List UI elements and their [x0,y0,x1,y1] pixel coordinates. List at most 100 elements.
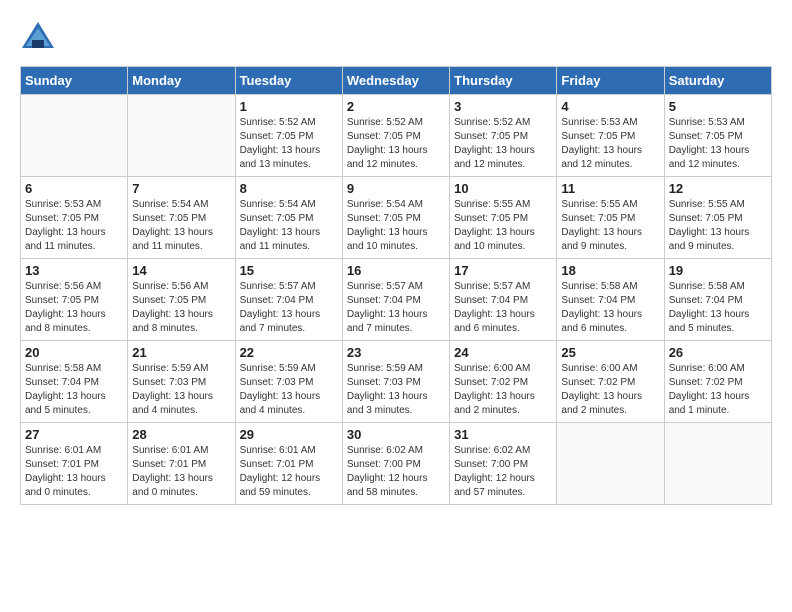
page-header [20,20,772,56]
day-number: 11 [561,181,659,196]
calendar-cell: 9 Sunrise: 5:54 AM Sunset: 7:05 PM Daylig… [342,177,449,259]
day-info: Sunrise: 5:52 AM Sunset: 7:05 PM Dayligh… [454,116,552,172]
day-number: 20 [25,345,123,360]
day-info: Sunrise: 5:53 AM Sunset: 7:05 PM Dayligh… [561,116,659,172]
day-info: Sunrise: 5:59 AM Sunset: 7:03 PM Dayligh… [347,362,445,418]
day-info: Sunrise: 5:53 AM Sunset: 7:05 PM Dayligh… [25,198,123,254]
calendar-cell: 29 Sunrise: 6:01 AM Sunset: 7:01 PM Dayli… [235,423,342,505]
day-info: Sunrise: 5:56 AM Sunset: 7:05 PM Dayligh… [25,280,123,336]
calendar-cell [557,423,664,505]
calendar-cell: 27 Sunrise: 6:01 AM Sunset: 7:01 PM Dayli… [21,423,128,505]
calendar-cell: 16Sunrise: 5:57 AM Sunset: 7:04 PM Dayli… [342,259,449,341]
day-number: 13 [25,263,123,278]
calendar-cell: 18 Sunrise: 5:58 AM Sunset: 7:04 PM Dayli… [557,259,664,341]
calendar-cell: 24 Sunrise: 6:00 AM Sunset: 7:02 PM Dayli… [450,341,557,423]
day-number: 10 [454,181,552,196]
calendar-cell: 5 Sunrise: 5:53 AM Sunset: 7:05 PM Daylig… [664,95,771,177]
day-info: Sunrise: 5:54 AM Sunset: 7:05 PM Dayligh… [347,198,445,254]
day-number: 18 [561,263,659,278]
calendar-week-row: 13 Sunrise: 5:56 AM Sunset: 7:05 PM Dayli… [21,259,772,341]
calendar-cell: 17 Sunrise: 5:57 AM Sunset: 7:04 PM Dayli… [450,259,557,341]
calendar-cell: 31 Sunrise: 6:02 AM Sunset: 7:00 PM Dayli… [450,423,557,505]
calendar-cell: 8 Sunrise: 5:54 AM Sunset: 7:05 PM Daylig… [235,177,342,259]
day-number: 28 [132,427,230,442]
day-info: Sunrise: 5:58 AM Sunset: 7:04 PM Dayligh… [25,362,123,418]
day-number: 1 [240,99,338,114]
day-number: 8 [240,181,338,196]
calendar-table: SundayMondayTuesdayWednesdayThursdayFrid… [20,66,772,505]
calendar-week-row: 1 Sunrise: 5:52 AM Sunset: 7:05 PM Daylig… [21,95,772,177]
weekday-header-sunday: Sunday [21,67,128,95]
day-info: Sunrise: 5:55 AM Sunset: 7:05 PM Dayligh… [669,198,767,254]
weekday-header-friday: Friday [557,67,664,95]
calendar-cell: 21 Sunrise: 5:59 AM Sunset: 7:03 PM Dayli… [128,341,235,423]
day-number: 22 [240,345,338,360]
day-info: Sunrise: 5:59 AM Sunset: 7:03 PM Dayligh… [132,362,230,418]
calendar-cell: 2 Sunrise: 5:52 AM Sunset: 7:05 PM Daylig… [342,95,449,177]
calendar-header-row: SundayMondayTuesdayWednesdayThursdayFrid… [21,67,772,95]
calendar-cell: 28 Sunrise: 6:01 AM Sunset: 7:01 PM Dayli… [128,423,235,505]
day-info: Sunrise: 6:00 AM Sunset: 7:02 PM Dayligh… [454,362,552,418]
day-number: 2 [347,99,445,114]
day-number: 14 [132,263,230,278]
calendar-cell: 30Sunrise: 6:02 AM Sunset: 7:00 PM Dayli… [342,423,449,505]
day-number: 31 [454,427,552,442]
weekday-header-wednesday: Wednesday [342,67,449,95]
day-info: Sunrise: 5:54 AM Sunset: 7:05 PM Dayligh… [132,198,230,254]
day-info: Sunrise: 5:57 AM Sunset: 7:04 PM Dayligh… [454,280,552,336]
weekday-header-thursday: Thursday [450,67,557,95]
day-info: Sunrise: 6:02 AM Sunset: 7:00 PM Dayligh… [454,444,552,500]
day-number: 4 [561,99,659,114]
weekday-header-saturday: Saturday [664,67,771,95]
day-number: 25 [561,345,659,360]
day-info: Sunrise: 5:52 AM Sunset: 7:05 PM Dayligh… [240,116,338,172]
logo-icon [20,20,56,56]
day-number: 5 [669,99,767,114]
day-info: Sunrise: 5:53 AM Sunset: 7:05 PM Dayligh… [669,116,767,172]
day-info: Sunrise: 6:01 AM Sunset: 7:01 PM Dayligh… [240,444,338,500]
day-number: 21 [132,345,230,360]
calendar-week-row: 27 Sunrise: 6:01 AM Sunset: 7:01 PM Dayli… [21,423,772,505]
day-number: 3 [454,99,552,114]
calendar-cell: 23Sunrise: 5:59 AM Sunset: 7:03 PM Dayli… [342,341,449,423]
day-info: Sunrise: 5:57 AM Sunset: 7:04 PM Dayligh… [240,280,338,336]
calendar-cell [664,423,771,505]
day-number: 9 [347,181,445,196]
day-info: Sunrise: 6:01 AM Sunset: 7:01 PM Dayligh… [25,444,123,500]
calendar-cell: 3 Sunrise: 5:52 AM Sunset: 7:05 PM Daylig… [450,95,557,177]
day-info: Sunrise: 6:01 AM Sunset: 7:01 PM Dayligh… [132,444,230,500]
calendar-cell: 12 Sunrise: 5:55 AM Sunset: 7:05 PM Dayli… [664,177,771,259]
calendar-cell: 6Sunrise: 5:53 AM Sunset: 7:05 PM Daylig… [21,177,128,259]
weekday-header-tuesday: Tuesday [235,67,342,95]
weekday-header-monday: Monday [128,67,235,95]
day-info: Sunrise: 5:58 AM Sunset: 7:04 PM Dayligh… [669,280,767,336]
day-number: 7 [132,181,230,196]
calendar-cell: 25Sunrise: 6:00 AM Sunset: 7:02 PM Dayli… [557,341,664,423]
calendar-cell: 15 Sunrise: 5:57 AM Sunset: 7:04 PM Dayli… [235,259,342,341]
day-info: Sunrise: 5:59 AM Sunset: 7:03 PM Dayligh… [240,362,338,418]
calendar-cell: 13 Sunrise: 5:56 AM Sunset: 7:05 PM Dayli… [21,259,128,341]
calendar-cell [128,95,235,177]
calendar-cell: 19 Sunrise: 5:58 AM Sunset: 7:04 PM Dayli… [664,259,771,341]
day-number: 12 [669,181,767,196]
calendar-cell: 20 Sunrise: 5:58 AM Sunset: 7:04 PM Dayli… [21,341,128,423]
day-number: 17 [454,263,552,278]
day-info: Sunrise: 5:54 AM Sunset: 7:05 PM Dayligh… [240,198,338,254]
day-info: Sunrise: 5:56 AM Sunset: 7:05 PM Dayligh… [132,280,230,336]
day-number: 15 [240,263,338,278]
day-info: Sunrise: 6:00 AM Sunset: 7:02 PM Dayligh… [669,362,767,418]
day-number: 29 [240,427,338,442]
day-number: 30 [347,427,445,442]
calendar-cell: 10 Sunrise: 5:55 AM Sunset: 7:05 PM Dayli… [450,177,557,259]
day-number: 27 [25,427,123,442]
day-number: 26 [669,345,767,360]
day-info: Sunrise: 5:55 AM Sunset: 7:05 PM Dayligh… [454,198,552,254]
calendar-cell: 4 Sunrise: 5:53 AM Sunset: 7:05 PM Daylig… [557,95,664,177]
day-number: 19 [669,263,767,278]
calendar-cell: 22 Sunrise: 5:59 AM Sunset: 7:03 PM Dayli… [235,341,342,423]
day-info: Sunrise: 5:52 AM Sunset: 7:05 PM Dayligh… [347,116,445,172]
day-info: Sunrise: 5:58 AM Sunset: 7:04 PM Dayligh… [561,280,659,336]
day-number: 16 [347,263,445,278]
calendar-cell: 7 Sunrise: 5:54 AM Sunset: 7:05 PM Daylig… [128,177,235,259]
day-number: 24 [454,345,552,360]
